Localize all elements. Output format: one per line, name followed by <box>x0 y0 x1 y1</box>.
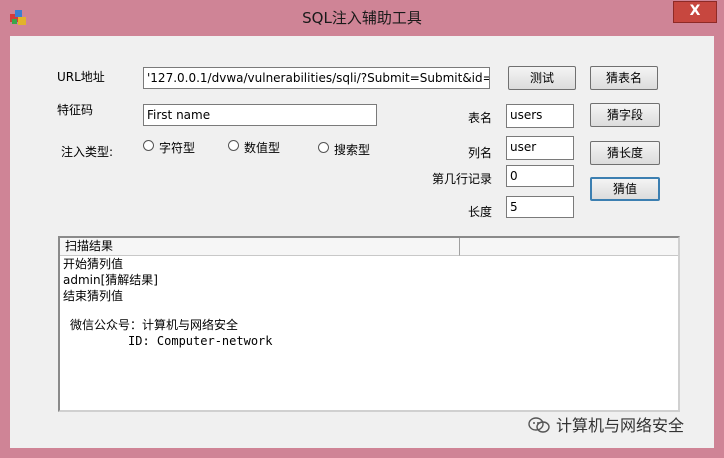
length-input[interactable]: 5 <box>506 196 574 218</box>
radio-search[interactable] <box>318 142 329 153</box>
feature-label: 特征码 <box>57 103 94 117</box>
feature-input[interactable]: First name <box>143 104 377 126</box>
inject-type-label: 注入类型: <box>61 145 114 159</box>
window-frame-bottom <box>0 448 724 458</box>
length-label: 长度 <box>468 205 493 219</box>
app-window: SQL注入辅助工具 X URL地址 '127.0.0.1/dvwa/vulner… <box>0 0 724 458</box>
column-label: 列名 <box>468 146 493 160</box>
results-list[interactable]: 扫描结果 开始猜列值 admin[猜解结果] 结束猜列值 微信公众号：计算机与网… <box>58 236 680 412</box>
watermark-text: 计算机与网络安全 <box>556 416 685 435</box>
results-column-header[interactable]: 扫描结果 <box>60 238 460 256</box>
row-label: 第几行记录 <box>432 172 493 186</box>
radio-numeric-label: 数值型 <box>244 141 281 155</box>
row-input[interactable]: 0 <box>506 165 574 187</box>
test-button[interactable]: 测试 <box>508 66 576 90</box>
id-line: ID: Computer-network <box>128 334 273 348</box>
radio-numeric[interactable] <box>228 140 239 151</box>
guess-table-button[interactable]: 猜表名 <box>590 66 658 90</box>
close-icon: X <box>689 3 701 19</box>
radio-search-label: 搜索型 <box>334 143 371 157</box>
column-input[interactable]: user <box>506 136 574 160</box>
app-icon <box>10 10 26 25</box>
watermark: 计算机与网络安全 <box>528 412 718 440</box>
radio-string[interactable] <box>143 140 154 151</box>
table-input[interactable]: users <box>506 104 574 128</box>
window-frame-left <box>0 36 10 458</box>
url-label: URL地址 <box>57 70 105 84</box>
list-item[interactable]: admin[猜解结果] <box>63 272 158 288</box>
list-item[interactable]: 开始猜列值 <box>63 256 123 272</box>
client-area: URL地址 '127.0.0.1/dvwa/vulnerabilities/sq… <box>10 36 714 448</box>
guess-value-button[interactable]: 猜值 <box>590 177 660 201</box>
window-title: SQL注入辅助工具 <box>302 9 422 27</box>
window-frame-right <box>714 36 724 458</box>
wechat-icon <box>528 417 550 433</box>
guess-length-button[interactable]: 猜长度 <box>590 141 660 165</box>
list-item[interactable]: 结束猜列值 <box>63 288 123 304</box>
close-button[interactable]: X <box>673 1 717 23</box>
guess-field-button[interactable]: 猜字段 <box>590 103 660 127</box>
table-label: 表名 <box>468 111 493 125</box>
radio-string-label: 字符型 <box>159 141 196 155</box>
title-bar[interactable]: SQL注入辅助工具 X <box>0 0 724 36</box>
results-column-header-empty[interactable] <box>460 238 678 256</box>
url-input[interactable]: '127.0.0.1/dvwa/vulnerabilities/sqli/?Su… <box>143 67 490 89</box>
wechat-line: 微信公众号：计算机与网络安全 <box>70 318 239 332</box>
